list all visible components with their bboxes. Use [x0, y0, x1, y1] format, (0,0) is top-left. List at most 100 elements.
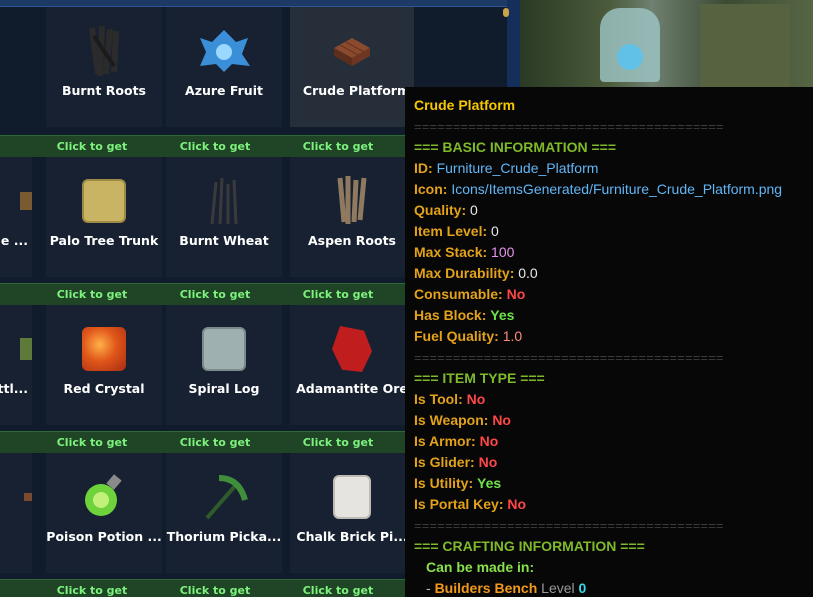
click-to-get-button[interactable]: Click to get	[165, 436, 265, 449]
item-name: Thorium Picka...	[166, 529, 282, 544]
item-name: ne ...	[0, 233, 28, 248]
row-consumable: Consumable: No	[414, 284, 804, 305]
item-name: attl...	[0, 381, 28, 396]
item-name: Crude Platform	[302, 83, 410, 98]
item-level-label: Item Level:	[414, 223, 488, 239]
bench-dash: -	[426, 580, 431, 596]
click-to-get-button[interactable]: Click to get	[42, 436, 142, 449]
item-cell-partial[interactable]: attl...	[0, 305, 32, 425]
get-bar: Click to get Click to get Click to get	[0, 135, 405, 157]
click-to-get-button[interactable]: Click to get	[165, 288, 265, 301]
click-to-get-button[interactable]: Click to get	[288, 288, 388, 301]
section-item-type: === ITEM TYPE ===	[414, 370, 545, 386]
item-cell-partial[interactable]	[0, 453, 32, 573]
row-max-stack: Max Stack: 100	[414, 242, 804, 263]
bench-level-label: Level	[541, 580, 575, 596]
row-icon: Icon: Icons/ItemsGenerated/Furniture_Cru…	[414, 179, 804, 200]
item-name: Burnt Roots	[61, 83, 147, 98]
max-stack-value: 100	[491, 244, 515, 260]
has-block-label: Has Block:	[414, 307, 487, 323]
is-portal-key-value: No	[507, 496, 527, 512]
is-armor-value: No	[479, 433, 499, 449]
item-cell-azure-fruit[interactable]: Azure Fruit	[166, 7, 282, 127]
grid-top-strip	[0, 0, 520, 7]
item-name: Red Crystal	[63, 381, 145, 396]
row-fuel-quality: Fuel Quality: 1.0	[414, 326, 804, 347]
row-max-durability: Max Durability: 0.0	[414, 263, 804, 284]
item-cell-crude-platform[interactable]: Crude Platform	[290, 7, 414, 127]
item-cell-adamantite-ore[interactable]: Adamantite Ore	[290, 305, 414, 425]
click-to-get-button[interactable]: Click to get	[165, 140, 265, 153]
chalk-brick-icon	[290, 471, 414, 523]
item-cell-partial[interactable]: ne ...	[0, 157, 32, 277]
get-bar: Click to get Click to get Click to get	[0, 431, 405, 453]
item-cell-poison-potion[interactable]: Poison Potion ...	[46, 453, 162, 573]
burnt-roots-icon	[46, 25, 162, 77]
is-utility-value: Yes	[477, 475, 502, 491]
click-to-get-button[interactable]: Click to get	[42, 140, 142, 153]
bench-level-value: 0	[578, 580, 587, 596]
burnt-wheat-icon	[166, 175, 282, 227]
bench-name: Builders Bench	[434, 580, 538, 596]
row-quality: Quality: 0	[414, 200, 804, 221]
item-name: Adamantite Ore	[296, 381, 408, 396]
click-to-get-button[interactable]: Click to get	[288, 584, 388, 597]
row-is-portal-key: Is Portal Key: No	[414, 494, 804, 515]
item-name: Poison Potion ...	[46, 529, 162, 544]
row-bench: - Builders Bench Level 0	[414, 578, 804, 597]
click-to-get-button[interactable]: Click to get	[42, 584, 142, 597]
click-to-get-button[interactable]: Click to get	[165, 584, 265, 597]
is-glider-label: Is Glider:	[414, 454, 475, 470]
section-basic-info: === BASIC INFORMATION ===	[414, 139, 617, 155]
item-cell-aspen-roots[interactable]: Aspen Roots	[290, 157, 414, 277]
row-is-tool: Is Tool: No	[414, 389, 804, 410]
palo-tree-trunk-icon	[46, 175, 162, 227]
item-cell-palo-tree-trunk[interactable]: Palo Tree Trunk	[46, 157, 162, 277]
spiral-log-icon	[166, 323, 282, 375]
item-cell-chalk-brick[interactable]: Chalk Brick Pi...	[290, 453, 414, 573]
is-tool-label: Is Tool:	[414, 391, 463, 407]
section-crafting-info: === CRAFTING INFORMATION ===	[414, 538, 645, 554]
consumable-label: Consumable:	[414, 286, 503, 302]
row-id: ID: Furniture_Crude_Platform	[414, 158, 804, 179]
is-weapon-value: No	[492, 412, 511, 428]
is-portal-key-label: Is Portal Key:	[414, 496, 504, 512]
click-to-get-button[interactable]: Click to get	[288, 140, 388, 153]
item-tooltip: Crude Platform =========================…	[405, 87, 813, 597]
click-to-get-button[interactable]: Click to get	[288, 436, 388, 449]
statue-glow	[617, 44, 643, 70]
row-is-weapon: Is Weapon: No	[414, 410, 804, 431]
get-bar: Click to get Click to get Click to get	[0, 579, 405, 597]
partial-item-icon	[0, 323, 32, 375]
item-cell-burnt-wheat[interactable]: Burnt Wheat	[166, 157, 282, 277]
is-armor-label: Is Armor:	[414, 433, 476, 449]
item-name: Palo Tree Trunk	[49, 233, 159, 248]
separator: ========================================	[414, 119, 724, 134]
azure-fruit-icon	[166, 25, 282, 77]
id-value: Furniture_Crude_Platform	[436, 160, 599, 176]
item-name: Chalk Brick Pi...	[296, 529, 408, 544]
fuel-quality-label: Fuel Quality:	[414, 328, 499, 344]
item-cell-red-crystal[interactable]: Red Crystal	[46, 305, 162, 425]
item-name: Spiral Log	[188, 381, 260, 396]
item-level-value: 0	[491, 223, 499, 239]
item-cell-thorium-pickaxe[interactable]: Thorium Picka...	[166, 453, 282, 573]
item-cell-burnt-roots[interactable]: Burnt Roots	[46, 7, 162, 127]
consumable-value: No	[506, 286, 526, 302]
crude-platform-icon	[290, 25, 414, 77]
fuel-quality-value: 1.0	[502, 328, 523, 344]
aspen-roots-icon	[290, 175, 414, 227]
max-stack-label: Max Stack:	[414, 244, 488, 260]
icon-value: Icons/ItemsGenerated/Furniture_Crude_Pla…	[451, 181, 783, 197]
item-name: Aspen Roots	[307, 233, 396, 248]
tooltip-title: Crude Platform	[414, 97, 516, 113]
scrollbar-thumb[interactable]	[503, 8, 509, 17]
max-durability-label: Max Durability:	[414, 265, 515, 281]
has-block-value: Yes	[490, 307, 515, 323]
poison-potion-icon	[46, 471, 162, 523]
item-cell-spiral-log[interactable]: Spiral Log	[166, 305, 282, 425]
click-to-get-button[interactable]: Click to get	[42, 288, 142, 301]
thorium-pickaxe-icon	[166, 471, 282, 523]
icon-label: Icon:	[414, 181, 448, 197]
quality-value: 0	[470, 202, 478, 218]
